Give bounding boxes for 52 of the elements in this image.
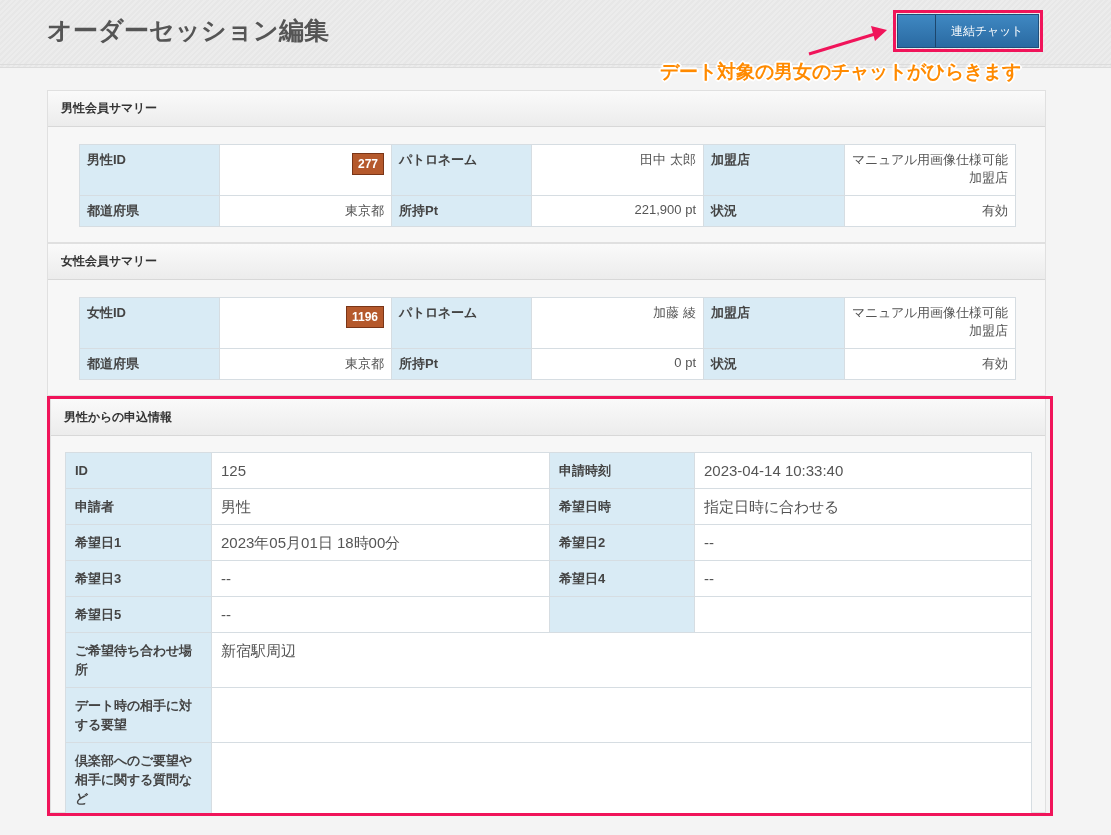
field-label: 所持Pt: [391, 348, 532, 380]
field-label: パトロネーム: [391, 297, 532, 349]
field-label: 男性ID: [79, 144, 220, 196]
field-value: 田中 太郎: [531, 144, 704, 196]
field-value: --: [211, 596, 550, 633]
field-label: デート時の相手に対する要望: [65, 687, 212, 743]
field-value: 2023-04-14 10:33:40: [694, 452, 1032, 489]
panel-title: 男性からの申込情報: [64, 408, 172, 426]
field-value: 0 pt: [531, 348, 704, 380]
field-value: --: [211, 560, 550, 597]
field-value: 東京都: [219, 195, 392, 227]
field-label: 状況: [703, 195, 845, 227]
page-title: オーダーセッション編集: [47, 15, 329, 46]
field-label: ご希望待ち合わせ場所: [65, 632, 212, 688]
field-value: --: [694, 524, 1032, 561]
field-label: 状況: [703, 348, 845, 380]
id-badge: 277: [351, 153, 384, 175]
field-value: --: [694, 560, 1032, 597]
field-label: 加盟店: [703, 297, 845, 349]
panel-title: 男性会員サマリー: [61, 100, 157, 117]
field-value: 指定日時に合わせる: [694, 488, 1032, 525]
field-value: マニュアル用画像仕様可能加盟店: [844, 144, 1016, 196]
field-label: 希望日5: [65, 596, 212, 633]
panel-title: 女性会員サマリー: [61, 253, 157, 270]
id-badge: 1196: [345, 306, 384, 328]
field-label: 加盟店: [703, 144, 845, 196]
field-value: 男性: [211, 488, 550, 525]
chat-button[interactable]: 連結チャット: [897, 14, 1039, 48]
annotation-text: デート対象の男女のチャットがひらきます: [660, 60, 1021, 84]
field-label: 倶楽部へのご要望や相手に関する質問など: [65, 742, 212, 813]
field-value: マニュアル用画像仕様可能加盟店: [844, 297, 1016, 349]
field-label: 申請者: [65, 488, 212, 525]
field-value: 加藤 綾: [531, 297, 704, 349]
field-value: 2023年05月01日 18時00分: [211, 524, 550, 561]
field-label: 希望日2: [549, 524, 695, 561]
field-label: 申請時刻: [549, 452, 695, 489]
field-label: 希望日3: [65, 560, 212, 597]
field-label: パトロネーム: [391, 144, 532, 196]
field-label: 希望日1: [65, 524, 212, 561]
field-label: ID: [65, 452, 212, 489]
field-value: 有効: [844, 348, 1016, 380]
field-label: 所持Pt: [391, 195, 532, 227]
field-value: 有効: [844, 195, 1016, 227]
field-label: 希望日4: [549, 560, 695, 597]
field-label: 都道府県: [79, 348, 220, 380]
field-label: 都道府県: [79, 195, 220, 227]
field-value: 新宿駅周辺: [211, 632, 1032, 688]
field-label: 希望日時: [549, 488, 695, 525]
field-value: 125: [211, 452, 550, 489]
field-value: 221,900 pt: [531, 195, 704, 227]
field-value: 東京都: [219, 348, 392, 380]
field-label: 女性ID: [79, 297, 220, 349]
